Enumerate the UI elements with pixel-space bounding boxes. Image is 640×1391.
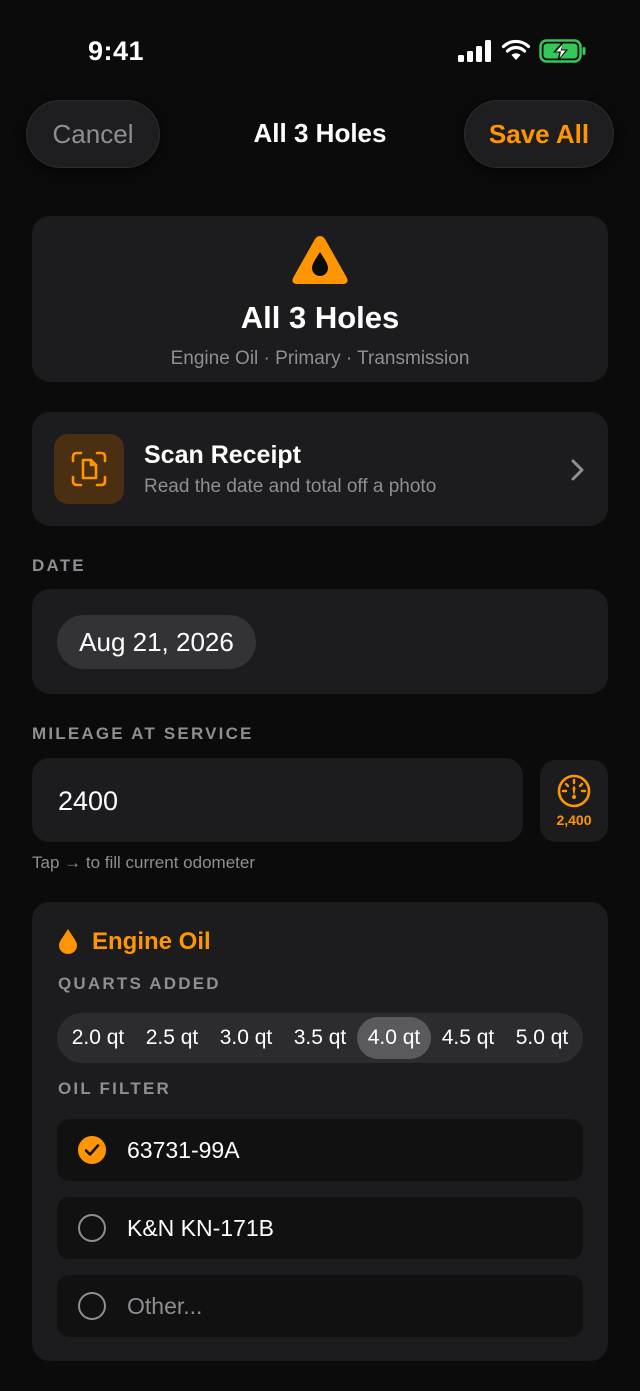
summary-subtitle: Engine Oil · Primary · Transmission [170,348,470,369]
cancel-button[interactable]: Cancel [26,100,160,168]
checkmark-circle-icon [78,1136,106,1164]
nav-title: All 3 Holes [253,118,387,148]
document-scan-icon [71,451,107,487]
oil-filter-option-label: K&N KN-171B [127,1214,275,1241]
mileage-section-label: MILEAGE AT SERVICE [32,724,254,743]
quart-option[interactable]: 4.5 qt [431,1017,505,1059]
odometer-hint: Tap → to fill current odometer [32,853,255,872]
quarts-segmented-control: 2.0 qt 2.5 qt 3.0 qt 3.5 qt 4.0 qt 4.5 qt 5.0 … [57,1013,583,1063]
engine-oil-title: Engine Oil [92,928,211,955]
oil-drop-small-icon [59,929,77,954]
quarts-added-label: QUARTS ADDED [58,974,221,993]
status-time: 9:41 [88,36,145,66]
oil-filter-label: OIL FILTER [58,1079,171,1098]
oil-filter-option[interactable]: 63731-99A [57,1119,583,1181]
odometer-value: 2,400 [556,812,592,828]
chevron-right-icon [571,459,584,481]
quart-option[interactable]: 2.0 qt [61,1017,135,1059]
radio-circle-icon [78,1292,106,1320]
scan-receipt-subtitle: Read the date and total off a photo [144,476,437,497]
oil-drop-icon [292,236,348,284]
quart-option[interactable]: 3.5 qt [283,1017,357,1059]
scan-receipt-icon-box [54,434,124,504]
quart-option[interactable]: 5.0 qt [505,1017,579,1059]
cellular-signal-icon [458,40,491,62]
radio-circle-icon [78,1214,106,1242]
quart-option[interactable]: 4.0 qt [357,1017,431,1059]
date-section-label: DATE [32,556,86,575]
mileage-value: 2400 [58,786,119,816]
oil-filter-option-label: 63731-99A [127,1136,240,1163]
battery-charging-icon [539,39,586,63]
date-picker[interactable]: Aug 21, 2026 [57,615,256,669]
summary-title: All 3 Holes [240,300,400,335]
quart-option[interactable]: 2.5 qt [135,1017,209,1059]
save-all-button[interactable]: Save All [464,100,614,168]
gauge-icon [557,774,591,808]
scan-receipt-title: Scan Receipt [144,441,302,469]
oil-filter-option-label: Other... [127,1292,203,1319]
quart-option[interactable]: 3.0 qt [209,1017,283,1059]
oil-filter-option[interactable]: K&N KN-171B [57,1197,583,1259]
oil-filter-option[interactable]: Other... [57,1275,583,1337]
wifi-icon [501,39,531,60]
